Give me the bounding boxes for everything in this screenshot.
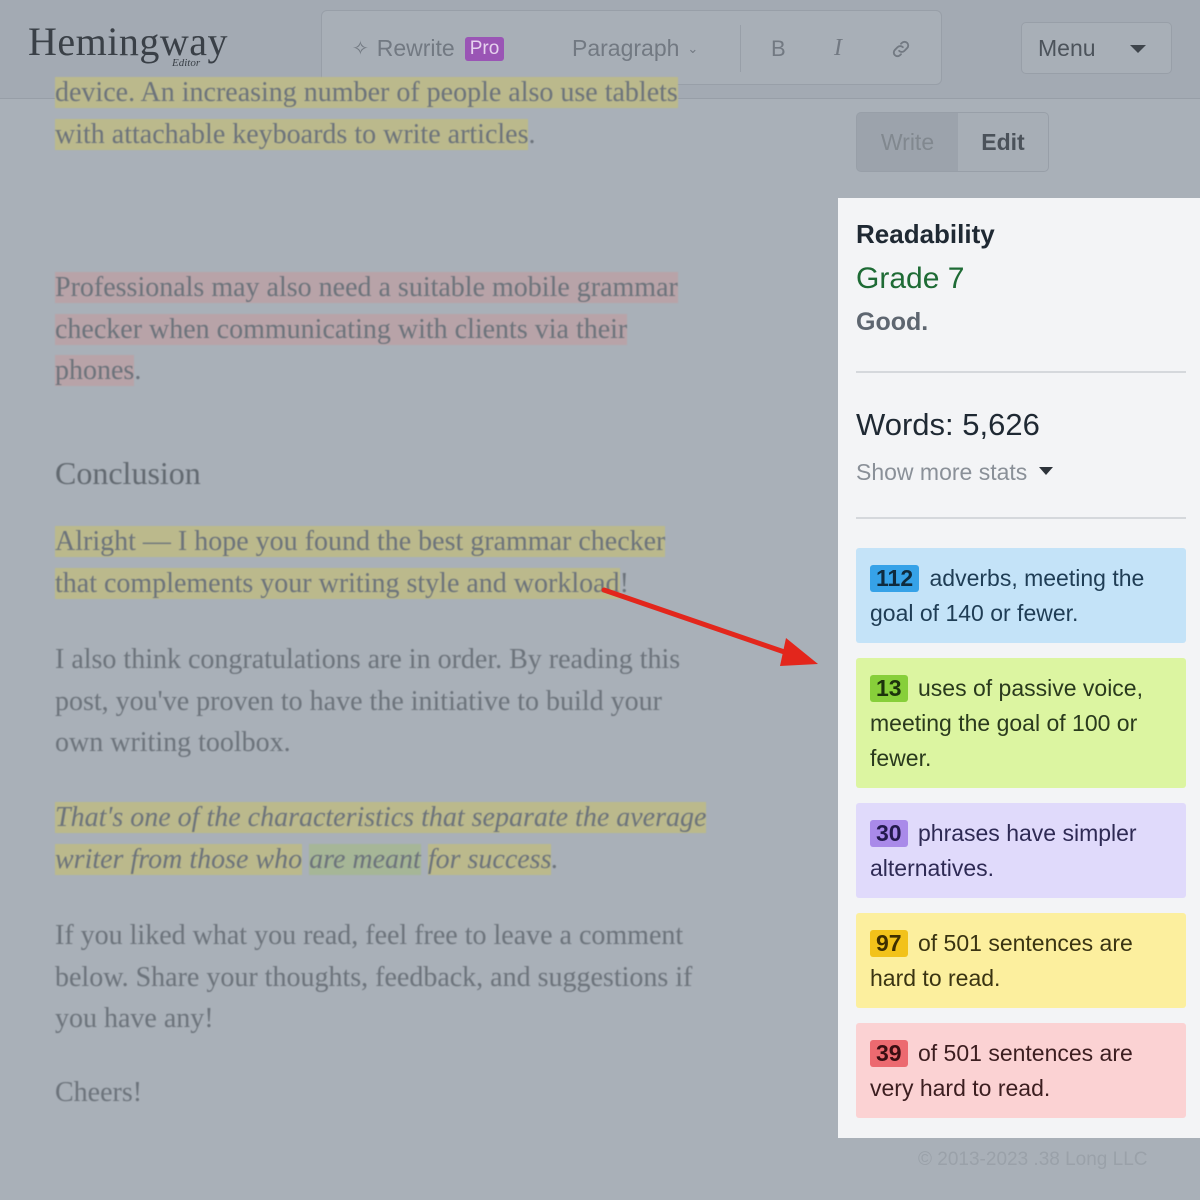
write-mode-button[interactable]: Write bbox=[857, 113, 958, 171]
simpler-count-badge: 30 bbox=[870, 820, 908, 847]
adverbs-card[interactable]: 112 adverbs, meeting the goal of 140 or … bbox=[856, 548, 1186, 643]
edit-mode-button[interactable]: Edit bbox=[958, 113, 1048, 171]
divider bbox=[856, 371, 1186, 373]
hard-sentence-highlight: for success bbox=[427, 843, 552, 875]
toolbar-divider bbox=[740, 25, 741, 72]
menu-label: Menu bbox=[1038, 34, 1096, 61]
italic-button[interactable]: I bbox=[834, 11, 842, 86]
passive-text: uses of passive voice, meeting the goal … bbox=[870, 675, 1143, 771]
link-icon bbox=[892, 40, 910, 57]
show-more-stats-label: Show more stats bbox=[856, 459, 1028, 485]
hard-sentences-card[interactable]: 97 of 501 sentences are hard to read. bbox=[856, 913, 1186, 1008]
paragraph-label: Paragraph bbox=[572, 35, 680, 61]
caret-down-icon bbox=[1130, 45, 1146, 53]
annotation-arrow bbox=[601, 587, 818, 666]
grade-description: Good. bbox=[856, 308, 929, 336]
paragraph: device. An increasing number of people a… bbox=[55, 77, 678, 150]
readability-title: Readability bbox=[856, 219, 995, 249]
adverbs-count-badge: 112 bbox=[870, 565, 920, 592]
show-more-stats-toggle[interactable]: Show more stats bbox=[856, 459, 1054, 486]
passive-count-badge: 13 bbox=[870, 675, 908, 702]
passive-voice-card[interactable]: 13 uses of passive voice, meeting the go… bbox=[856, 658, 1186, 788]
mode-toggle: Write Edit bbox=[856, 112, 1049, 172]
section-heading: Conclusion bbox=[55, 455, 201, 491]
paragraph: That's one of the characteristics that s… bbox=[55, 802, 707, 875]
readability-panel: Readability Grade 7 Good. Words: 5,626 S… bbox=[838, 198, 1200, 1138]
hard-count-badge: 97 bbox=[870, 930, 908, 957]
link-button[interactable] bbox=[890, 11, 912, 86]
paragraph: I also think congratulations are in orde… bbox=[55, 644, 681, 758]
very-hard-sentences-card[interactable]: 39 of 501 sentences are very hard to rea… bbox=[856, 1023, 1186, 1118]
rewrite-label: Rewrite bbox=[376, 35, 455, 61]
hard-sentence-highlight: Alright — I hope you found the best gram… bbox=[55, 526, 666, 599]
very-hard-text: of 501 sentences are very hard to read. bbox=[870, 1040, 1133, 1101]
simpler-alternatives-card[interactable]: 30 phrases have simpler alternatives. bbox=[856, 803, 1186, 898]
menu-button[interactable]: Menu bbox=[1021, 22, 1172, 74]
chevron-down-icon: ⌄ bbox=[687, 40, 699, 56]
grade-level: Grade 7 bbox=[856, 262, 965, 295]
sparkle-icon: ✧ bbox=[352, 38, 369, 60]
word-count: Words: 5,626 bbox=[856, 407, 1040, 442]
app-logo-subtitle: Editor bbox=[172, 57, 201, 69]
paragraph: If you liked what you read, feel free to… bbox=[55, 920, 693, 1034]
caret-down-icon bbox=[1039, 466, 1054, 475]
paragraph: Professionals may also need a suitable m… bbox=[55, 272, 678, 386]
very-hard-count-badge: 39 bbox=[870, 1040, 908, 1067]
pro-badge: Pro bbox=[464, 36, 505, 61]
very-hard-sentence-highlight: Professionals may also need a suitable m… bbox=[55, 272, 678, 386]
divider bbox=[856, 517, 1186, 519]
hard-text: of 501 sentences are hard to read. bbox=[870, 930, 1133, 991]
copyright-footer: © 2013-2023 .38 Long LLC bbox=[918, 1149, 1148, 1170]
bold-button[interactable]: B bbox=[771, 11, 786, 86]
passive-voice-highlight: are meant bbox=[309, 843, 421, 875]
hard-sentence-highlight: device. An increasing number of people a… bbox=[55, 77, 678, 150]
paragraph: Cheers! bbox=[55, 1077, 143, 1108]
paragraph: Alright — I hope you found the best gram… bbox=[55, 526, 666, 599]
simpler-text: phrases have simpler alternatives. bbox=[870, 820, 1137, 881]
